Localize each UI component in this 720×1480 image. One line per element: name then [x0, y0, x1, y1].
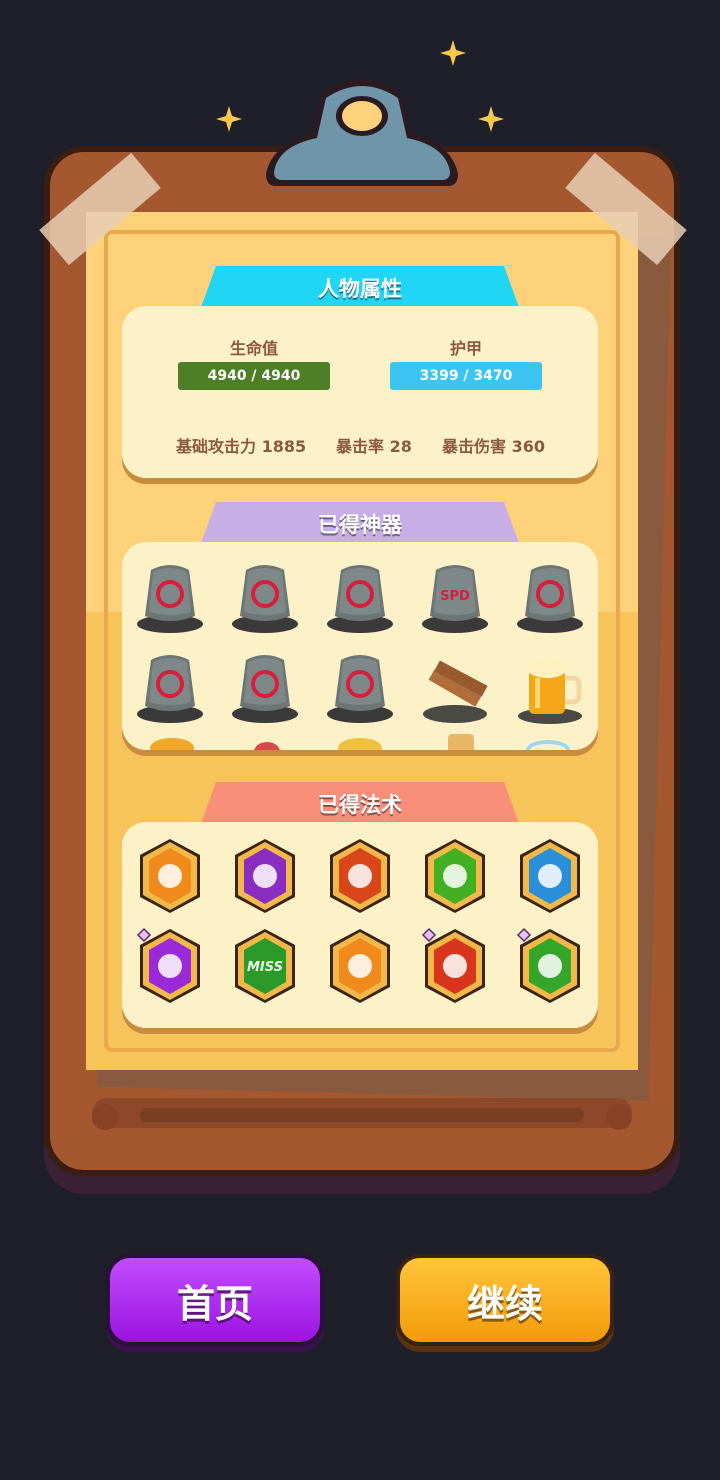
hp-bar: 4940 / 4940	[178, 362, 330, 390]
sparkle-icon	[478, 106, 504, 132]
artifacts-section-title: 已得神器	[200, 502, 520, 546]
spells-section-title: 已得法术	[200, 782, 520, 826]
stats-section-title: 人物属性	[200, 266, 520, 310]
magic-sparkle-icon[interactable]	[136, 927, 202, 1005]
crit-damage-stat: 暴击伤害 360	[442, 437, 545, 456]
spd-label: SPD	[440, 589, 470, 604]
clipboard-clip	[266, 79, 458, 186]
miss-icon[interactable]: MISS	[233, 927, 297, 1005]
lightning-shield-icon[interactable]	[138, 837, 202, 915]
k-rune-icon[interactable]	[230, 560, 300, 634]
armor-label: 护甲	[449, 339, 482, 358]
beer-mug-icon[interactable]	[515, 650, 585, 724]
curve-rune-icon[interactable]	[325, 560, 395, 634]
poison-skull-icon[interactable]	[423, 837, 487, 915]
sun-rune-icon[interactable]	[230, 650, 300, 724]
base-attack-stat: 基础攻击力 1885	[176, 437, 307, 456]
sparkle-icon	[216, 106, 242, 132]
armor-bar: 3399 / 3470	[390, 362, 542, 390]
fire-shield-icon[interactable]	[328, 837, 392, 915]
skull-rune-icon[interactable]	[325, 650, 395, 724]
wooden-planks-icon[interactable]	[420, 650, 490, 724]
arcane-shield-icon[interactable]	[233, 837, 297, 915]
sunrise-rune-icon[interactable]	[135, 560, 205, 634]
continue-button[interactable]: 继续	[396, 1254, 614, 1346]
screw-right	[606, 1104, 632, 1130]
sparkle-icon	[440, 40, 466, 66]
home-button[interactable]: 首页	[106, 1254, 324, 1346]
crossed-swords-icon[interactable]	[328, 927, 392, 1005]
sheep-icon[interactable]	[516, 927, 582, 1005]
spd-rune-icon[interactable]: SPD	[420, 560, 490, 634]
screw-left	[92, 1104, 118, 1130]
cross-arrows-rune-icon[interactable]	[515, 560, 585, 634]
crit-rate-stat: 暴击率 28	[336, 437, 412, 456]
miss-label: MISS	[247, 960, 283, 975]
frost-shield-icon[interactable]	[518, 837, 582, 915]
moon-rune-icon[interactable]	[135, 650, 205, 724]
board-lip	[92, 1098, 632, 1128]
hp-label: 生命值	[229, 339, 278, 358]
fireball-icon[interactable]	[421, 927, 487, 1005]
